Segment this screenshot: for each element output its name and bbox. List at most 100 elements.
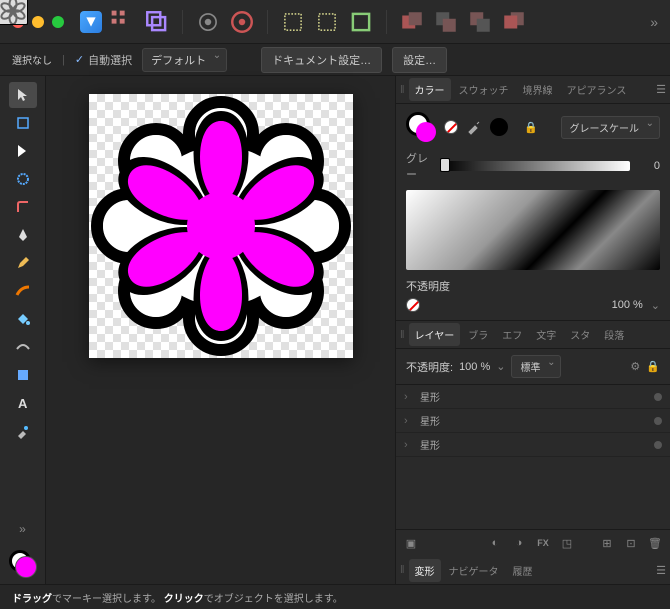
tab-history[interactable]: 履歴 [507, 559, 539, 582]
grid-icon[interactable] [110, 9, 136, 35]
tab-color[interactable]: カラー [409, 78, 451, 101]
minimize-window[interactable] [32, 16, 44, 28]
node-tool[interactable] [9, 138, 37, 164]
layer-lock-icon[interactable]: 🔒 [646, 360, 660, 373]
expand-icon[interactable]: › [404, 415, 412, 427]
lock-icon[interactable]: 🔒 [524, 121, 538, 134]
artboard-tool[interactable] [9, 110, 37, 136]
tab-transform[interactable]: 変形 [409, 559, 441, 582]
shape-tool[interactable] [9, 362, 37, 388]
snap2-icon[interactable] [314, 9, 340, 35]
grey-slider[interactable] [442, 161, 630, 171]
fx-icon[interactable]: FX [534, 534, 552, 552]
panel-menu-icon[interactable]: ☰ [656, 564, 666, 577]
visibility-toggle[interactable] [654, 393, 662, 401]
no-select-label: 選択なし [12, 52, 52, 67]
corner-tool[interactable] [9, 194, 37, 220]
titlebar: » [0, 0, 670, 44]
snap1-icon[interactable] [280, 9, 306, 35]
layers-list: › 星形 › 星形 › 星形 [396, 385, 670, 529]
tab-brush[interactable]: ブラ [462, 323, 494, 346]
app-icon [80, 11, 102, 33]
settings-button[interactable]: 設定… [392, 47, 447, 73]
gear1-icon[interactable] [195, 9, 221, 35]
layer-name: 星形 [420, 437, 646, 452]
arrange1-icon[interactable] [399, 9, 425, 35]
color-preview[interactable] [406, 190, 660, 270]
contour-tool[interactable] [9, 166, 37, 192]
move-tool[interactable] [9, 82, 37, 108]
pen-tool[interactable] [9, 222, 37, 248]
new-layer-icon[interactable]: ⊡ [622, 534, 640, 552]
tab-text[interactable]: 文字 [530, 323, 562, 346]
visibility-toggle[interactable] [654, 441, 662, 449]
stroke-fill-swatch[interactable] [406, 112, 436, 142]
color-mode-dropdown[interactable]: グレースケール [561, 116, 661, 139]
delete-layer-icon[interactable]: 🗑 [646, 534, 664, 552]
layer-settings-icon[interactable]: ⚙ [630, 360, 640, 373]
fill-tool[interactable] [9, 306, 37, 332]
canvas-area[interactable] [46, 76, 395, 584]
arrange2-icon[interactable] [433, 9, 459, 35]
tab-effects[interactable]: エフ [496, 323, 528, 346]
tab-paragraph[interactable]: 段落 [598, 323, 630, 346]
blend-mode-dropdown[interactable]: 標準 [511, 355, 561, 378]
svg-text:A: A [18, 396, 28, 411]
tab-appearance[interactable]: アピアランス [561, 78, 633, 101]
layer-row[interactable]: › 星形 [396, 385, 670, 409]
layer-name: 星形 [420, 413, 646, 428]
tab-swatches[interactable]: スウォッチ [453, 78, 515, 101]
tools-more[interactable]: » [9, 516, 37, 542]
eyedropper-icon[interactable] [466, 119, 482, 135]
last-color-swatch[interactable] [490, 118, 508, 136]
maximize-window[interactable] [52, 16, 64, 28]
expand-icon[interactable]: › [404, 439, 412, 451]
tab-layers[interactable]: レイヤー [409, 323, 461, 346]
panel-menu-icon[interactable]: ☰ [656, 83, 666, 96]
grip-icon[interactable]: ‖ [400, 564, 405, 576]
opacity-none-icon[interactable] [406, 298, 420, 312]
layer-name: 星形 [420, 389, 646, 404]
adjust-icon[interactable]: ◐ [486, 534, 504, 552]
artboard[interactable] [89, 94, 353, 358]
tab-stroke[interactable]: 境界線 [517, 78, 559, 101]
layer-row[interactable]: › 星形 [396, 409, 670, 433]
no-color-button[interactable] [444, 120, 458, 134]
right-panel: ‖ カラー スウォッチ 境界線 アピアランス ☰ 🔒 グレースケール グレー 0 [395, 76, 670, 584]
snap3-icon[interactable] [348, 9, 374, 35]
doc-settings-button[interactable]: ドキュメント設定… [261, 47, 382, 73]
tab-navigator[interactable]: ナビゲータ [443, 559, 505, 582]
opacity-stepper[interactable]: ⌄ [651, 299, 660, 312]
tab-styles[interactable]: スタ [564, 323, 596, 346]
opacity-label: 不透明度 [406, 278, 450, 294]
status-bar: ドラッグでマーキー選択します。 クリックでオブジェクトを選択します。 [0, 584, 670, 609]
layers-panel-tabs: ‖ レイヤー ブラ エフ 文字 スタ 段落 [396, 321, 670, 349]
transparency-tool[interactable] [9, 334, 37, 360]
preset-dropdown[interactable]: デフォルト [142, 48, 227, 72]
liveblend-icon[interactable]: ◑ [510, 534, 528, 552]
toolbar-more[interactable]: » [650, 14, 658, 30]
target-icon[interactable] [229, 9, 255, 35]
color-well[interactable] [9, 550, 37, 578]
arrange4-icon[interactable] [501, 9, 527, 35]
text-tool[interactable]: A [9, 390, 37, 416]
opacity-value: 100 % [612, 299, 643, 311]
new-group-icon[interactable]: ⊞ [598, 534, 616, 552]
layers-toolbar: ▣ ◐ ◑ FX ◳ ⊞ ⊡ 🗑 [396, 529, 670, 556]
arrange3-icon[interactable] [467, 9, 493, 35]
layer-opacity-value: 100 % [459, 361, 490, 373]
mask-icon[interactable]: ▣ [402, 534, 420, 552]
vector-brush-tool[interactable] [9, 278, 37, 304]
layer-row[interactable]: › 星形 [396, 433, 670, 457]
layer-opacity-label: 不透明度: [406, 359, 453, 375]
grip-icon[interactable]: ‖ [400, 84, 405, 96]
auto-select-checkbox[interactable]: ✓ 自動選択 [75, 52, 132, 68]
grip-icon[interactable]: ‖ [400, 329, 405, 341]
expand-icon[interactable]: › [404, 391, 412, 403]
pencil-tool[interactable] [9, 250, 37, 276]
copy-icon[interactable] [144, 9, 170, 35]
eyedropper-tool[interactable] [9, 418, 37, 444]
crop-icon[interactable]: ◳ [558, 534, 576, 552]
visibility-toggle[interactable] [654, 417, 662, 425]
layer-opacity-stepper[interactable]: ⌄ [496, 360, 505, 373]
